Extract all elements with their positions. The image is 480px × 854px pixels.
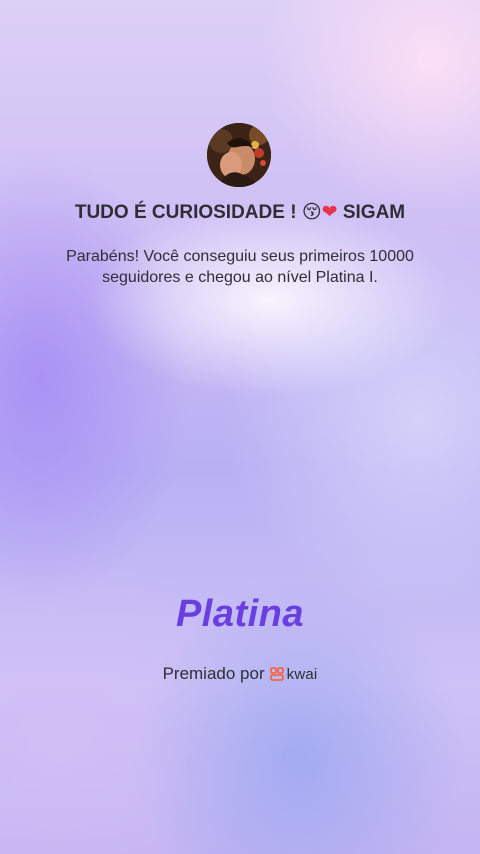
- heart-emoji: ❤: [321, 201, 338, 223]
- level-name: Platina: [175, 593, 305, 635]
- profile-title: TUDO É CURIOSIDADE ! 😚❤ SIGAM: [0, 201, 480, 224]
- congrats-message: Parabéns! Você conseguiu seus primeiros …: [40, 246, 440, 288]
- award-prefix: Premiado por: [162, 664, 265, 683]
- achievement-screen: TUDO É CURIOSIDADE ! 😚❤ SIGAM Parabéns! …: [0, 0, 480, 854]
- congrats-line-1: Parabéns! Você conseguiu seus primeiros …: [66, 248, 414, 265]
- avatar[interactable]: [207, 123, 271, 187]
- avatar-photo: [207, 123, 271, 187]
- kissing-face-emoji: 😚: [301, 201, 322, 223]
- kwai-wordmark: kwai: [286, 665, 318, 683]
- profile-name: TUDO É CURIOSIDADE !: [74, 202, 297, 223]
- profile-name-suffix: SIGAM: [342, 202, 406, 223]
- kwai-icon: [269, 667, 284, 681]
- congrats-line-2: seguidores e chegou ao nível Platina I.: [102, 269, 378, 286]
- award-credit: Premiado por kwai: [0, 664, 480, 684]
- kwai-logo: kwai: [269, 665, 318, 683]
